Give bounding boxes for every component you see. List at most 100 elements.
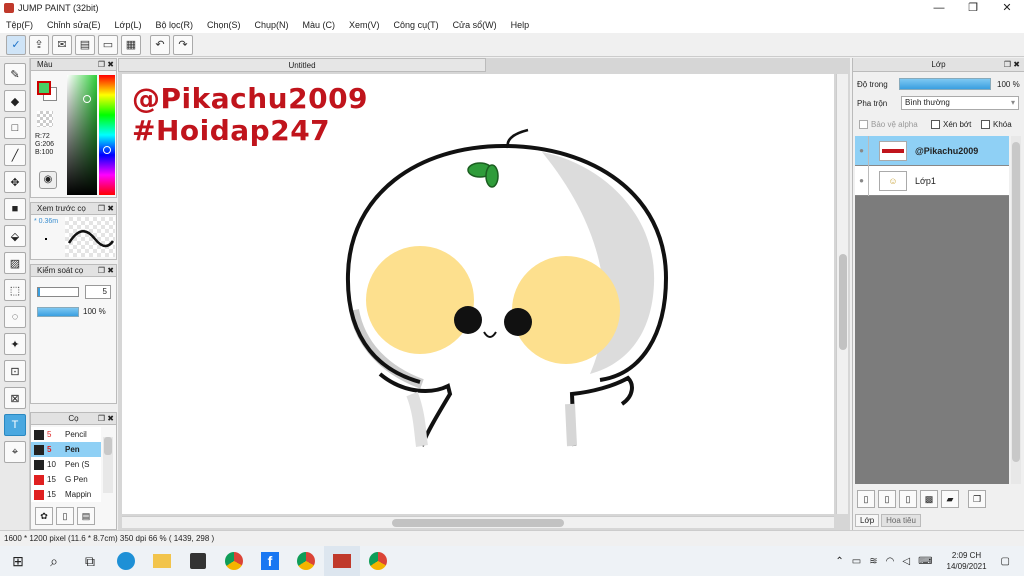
note-icon[interactable]: ▤ <box>75 34 95 55</box>
menu-layer[interactable]: Lớp(L) <box>115 20 142 30</box>
gradient-tool-icon[interactable]: ▨ <box>4 252 26 274</box>
check-icon[interactable]: ✓ <box>6 34 26 55</box>
grid-icon[interactable]: ▦ <box>121 34 141 55</box>
tab-layer[interactable]: Lớp <box>855 514 880 527</box>
chrome-icon[interactable] <box>216 546 252 576</box>
layer-list-scrollbar[interactable] <box>1011 136 1021 484</box>
task-view-icon[interactable]: ⧉ <box>72 546 108 576</box>
edge-icon[interactable] <box>108 546 144 576</box>
panel-buttons[interactable]: ❐ ✖ <box>98 265 114 277</box>
page-icon[interactable]: ▭ <box>98 34 118 55</box>
hue-slider[interactable] <box>99 75 115 195</box>
file-explorer-icon[interactable] <box>144 546 180 576</box>
visibility-icon[interactable]: ● <box>855 165 869 196</box>
close-button[interactable]: ✕ <box>990 0 1024 16</box>
list-item[interactable]: 10 Pen (S <box>31 457 101 472</box>
magic-wand-tool-icon[interactable]: ✦ <box>4 333 26 355</box>
brush-settings-icon[interactable]: ✿ <box>35 507 53 525</box>
menu-filter[interactable]: Bộ lọc(R) <box>155 20 193 30</box>
brush-size-slider[interactable] <box>37 287 79 297</box>
new-layer-icon[interactable]: ▯ <box>857 490 875 508</box>
notification-icon[interactable]: ▢ <box>1001 556 1010 567</box>
menu-view[interactable]: Xem(V) <box>349 20 380 30</box>
horizontal-scroll-thumb[interactable] <box>392 519 564 527</box>
duplicate-layer-icon[interactable]: ❐ <box>968 490 986 508</box>
facebook-icon[interactable]: f <box>252 546 288 576</box>
clock[interactable]: 2:09 CH 14/09/2021 <box>947 550 987 572</box>
bucket-tool-icon[interactable]: ⬙ <box>4 225 26 247</box>
protect-alpha-checkbox[interactable]: Bảo vệ alpha <box>859 120 918 129</box>
color-field[interactable] <box>67 75 97 195</box>
store-icon[interactable] <box>180 546 216 576</box>
lasso-tool-icon[interactable]: ◌ <box>4 306 26 328</box>
drawing-canvas[interactable]: @Pikachu2009 #Hoidap247 <box>122 74 834 514</box>
menu-capture[interactable]: Chụp(N) <box>255 20 289 30</box>
network-icon[interactable]: ≋ <box>869 556 877 567</box>
layer-scroll-thumb[interactable] <box>1012 142 1020 462</box>
brush-menu-icon[interactable]: ▤ <box>77 507 95 525</box>
eyedropper-tool-icon[interactable]: ⌖ <box>4 441 26 463</box>
list-item[interactable]: 5 Pencil <box>31 427 101 442</box>
menu-color[interactable]: Màu (C) <box>303 20 336 30</box>
list-item[interactable]: 15 Mappin <box>31 487 101 502</box>
eraser-tool-icon[interactable]: ◆ <box>4 90 26 112</box>
battery-icon[interactable]: ▭ <box>852 556 861 567</box>
canvas-horizontal-scrollbar[interactable] <box>122 516 834 528</box>
menu-help[interactable]: Help <box>511 20 530 30</box>
layer-row[interactable]: ● @Pikachu2009 <box>855 135 1009 166</box>
menu-file[interactable]: Tệp(F) <box>6 20 33 30</box>
panel-buttons[interactable]: ❐ ✖ <box>98 413 114 425</box>
minimize-button[interactable]: — <box>922 0 956 16</box>
lock-checkbox[interactable]: Khóa <box>981 120 1012 129</box>
visibility-icon[interactable]: ● <box>855 135 869 166</box>
tab-untitled[interactable]: Untitled <box>118 58 486 72</box>
select-eraser-tool-icon[interactable]: ⊠ <box>4 387 26 409</box>
shape-tool-icon[interactable]: □ <box>4 117 26 139</box>
menu-window[interactable]: Cửa sổ(W) <box>453 20 497 30</box>
comment-icon[interactable]: ✉ <box>52 34 72 55</box>
new-layer-8bit-icon[interactable]: ▯ <box>878 490 896 508</box>
brush-opacity-slider[interactable] <box>37 307 79 317</box>
halftone-layer-icon[interactable]: ▩ <box>920 490 938 508</box>
new-layer-1bit-icon[interactable]: ▯ <box>899 490 917 508</box>
search-icon[interactable]: ⌕ <box>36 546 72 576</box>
list-item[interactable]: 15 G Pen <box>31 472 101 487</box>
panel-buttons[interactable]: ❐ ✖ <box>98 203 114 215</box>
list-item[interactable]: 5 Pen <box>31 442 101 457</box>
chevron-up-icon[interactable]: ⌃ <box>835 556 843 567</box>
volume-icon[interactable]: ◁ <box>902 556 910 567</box>
language-icon[interactable]: ⌨ <box>918 556 932 567</box>
move-tool-icon[interactable]: ✥ <box>4 171 26 193</box>
undo-icon[interactable]: ↶ <box>150 34 170 55</box>
chrome-icon[interactable] <box>360 546 396 576</box>
menu-select[interactable]: Chọn(S) <box>207 20 241 30</box>
tab-navigator[interactable]: Hoa tiêu <box>881 514 921 527</box>
windows-start-icon[interactable]: ⊞ <box>0 546 36 576</box>
fill-rect-tool-icon[interactable]: ■ <box>4 198 26 220</box>
folder-icon[interactable]: ▰ <box>941 490 959 508</box>
select-pen-tool-icon[interactable]: ⊡ <box>4 360 26 382</box>
maximize-button[interactable]: ❐ <box>956 0 990 16</box>
brush-list-scrollbar[interactable] <box>103 437 113 493</box>
palette-icon[interactable]: ◉ <box>39 171 57 189</box>
new-brush-icon[interactable]: ▯ <box>56 507 74 525</box>
chrome-icon[interactable] <box>288 546 324 576</box>
vertical-scroll-thumb[interactable] <box>839 254 847 350</box>
line-tool-icon[interactable]: ╱ <box>4 144 26 166</box>
clip-checkbox[interactable]: Xén bớt <box>931 120 971 129</box>
brush-size-field[interactable]: 5 <box>85 285 111 299</box>
rect-select-tool-icon[interactable]: ⬚ <box>4 279 26 301</box>
text-tool-icon[interactable]: T <box>4 414 26 436</box>
layer-row[interactable]: ● ☺ Lớp1 <box>855 165 1009 196</box>
canvas-vertical-scrollbar[interactable] <box>836 74 848 514</box>
menu-edit[interactable]: Chỉnh sửa(E) <box>47 20 101 30</box>
panel-buttons[interactable]: ❐ ✖ <box>1004 58 1020 72</box>
transparent-swatch[interactable] <box>37 111 53 127</box>
menu-tools[interactable]: Công cụ(T) <box>394 20 439 30</box>
blend-mode-select[interactable]: Bình thường ▾ <box>901 96 1019 110</box>
brush-tool-icon[interactable]: ✎ <box>4 63 26 85</box>
redo-icon[interactable]: ↷ <box>173 34 193 55</box>
wifi-icon[interactable]: ◠ <box>886 556 895 567</box>
jump-paint-icon[interactable] <box>324 546 360 576</box>
panel-buttons[interactable]: ❐ ✖ <box>98 59 114 71</box>
